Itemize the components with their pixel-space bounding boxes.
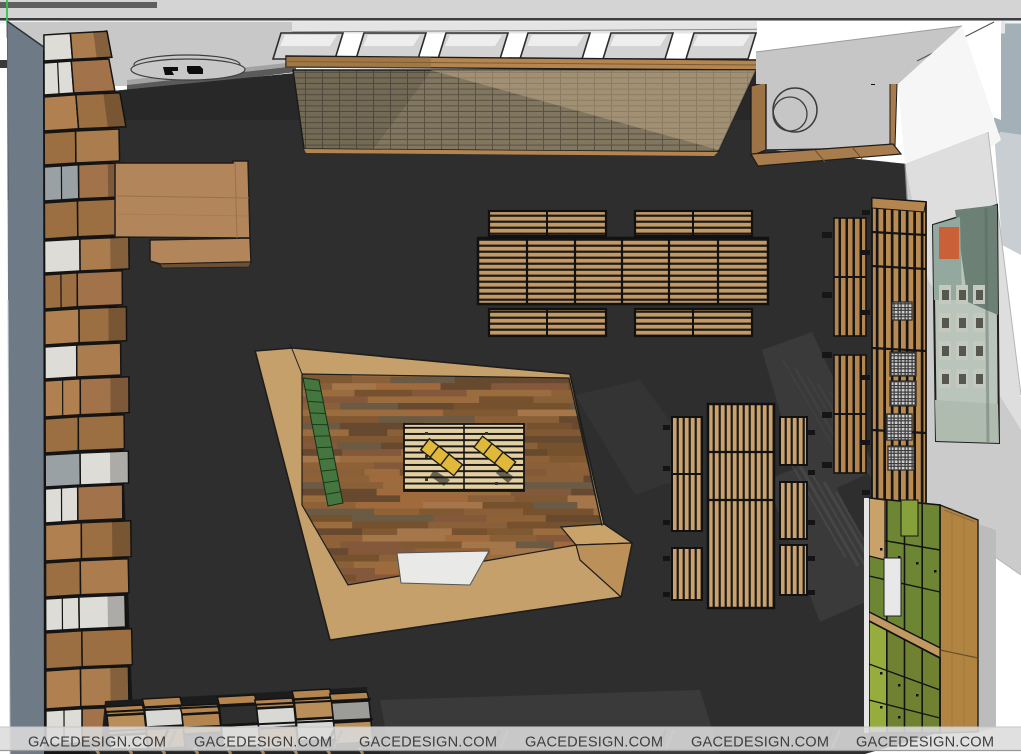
svg-text:GACEDESIGN.COM: GACEDESIGN.COM [28, 735, 166, 751]
svg-text:GACEDESIGN.COM: GACEDESIGN.COM [359, 735, 497, 751]
svg-text:GACEDESIGN.COM: GACEDESIGN.COM [691, 735, 829, 751]
svg-text:GACEDESIGN.COM: GACEDESIGN.COM [194, 735, 332, 751]
svg-text:GACEDESIGN.COM: GACEDESIGN.COM [525, 735, 663, 751]
svg-text:GACEDESIGN.COM: GACEDESIGN.COM [856, 735, 994, 751]
